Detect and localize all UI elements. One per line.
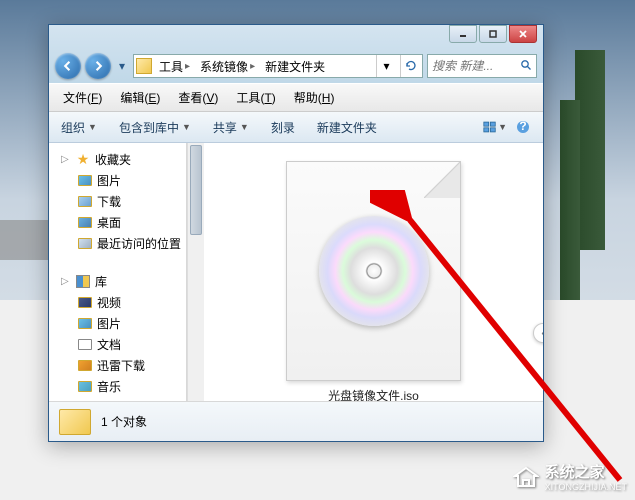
titlebar: [55, 31, 537, 53]
folder-icon: [59, 409, 91, 435]
nav-history-dropdown[interactable]: ▾: [115, 57, 129, 75]
watermark: 系统之家 XITONGZHIJIA.NET: [513, 461, 627, 492]
sidebar-scrollbar[interactable]: [187, 143, 204, 401]
sidebar-item-desktop[interactable]: 桌面: [49, 212, 186, 233]
disc-icon: [319, 216, 429, 326]
file-name-label: 光盘镜像文件.iso: [328, 387, 419, 401]
sidebar-libraries[interactable]: ▷库: [49, 271, 186, 292]
watermark-logo-icon: [513, 466, 539, 488]
share-button[interactable]: 共享 ▼: [209, 117, 253, 138]
file-item-iso[interactable]: 光盘镜像文件.iso: [274, 153, 474, 401]
maximize-button[interactable]: [479, 25, 507, 43]
status-text: 1 个对象: [101, 413, 147, 430]
star-icon: ★: [75, 152, 91, 168]
menu-file[interactable]: 文件(F): [55, 86, 110, 109]
svg-text:?: ?: [519, 120, 526, 133]
forward-button[interactable]: [85, 53, 111, 79]
close-button[interactable]: [509, 25, 537, 43]
breadcrumb-item[interactable]: 工具▸: [156, 56, 193, 77]
breadcrumb-item[interactable]: 新建文件夹: [262, 56, 328, 77]
folder-icon: [136, 58, 152, 74]
menu-tools[interactable]: 工具(T): [228, 86, 283, 109]
file-list: 光盘镜像文件.iso ‹: [204, 143, 543, 401]
navigation-pane: ▷★收藏夹 图片 下载 桌面 最近访问的位置 ▷库 视频 图片 文档 迅雷下载 …: [49, 143, 187, 401]
search-input[interactable]: [432, 59, 516, 73]
sidebar-item-downloads[interactable]: 下载: [49, 191, 186, 212]
watermark-url: XITONGZHIJIA.NET: [545, 482, 627, 492]
preview-pane-toggle[interactable]: ‹: [533, 323, 543, 343]
iso-file-icon: [286, 161, 461, 381]
status-bar: 1 个对象: [49, 401, 543, 441]
sidebar-item-music[interactable]: 音乐: [49, 376, 186, 397]
toolbar: 组织 ▼ 包含到库中 ▼ 共享 ▼ 刻录 新建文件夹 ▼ ?: [49, 112, 543, 143]
breadcrumb-item[interactable]: 系统镜像▸: [197, 56, 258, 77]
search-icon: [520, 59, 532, 74]
menu-view[interactable]: 查看(V): [170, 86, 226, 109]
view-options-button[interactable]: ▼: [483, 116, 507, 138]
sidebar-item-recent[interactable]: 最近访问的位置: [49, 233, 186, 254]
sidebar-item-pictures-lib[interactable]: 图片: [49, 313, 186, 334]
include-in-library-button[interactable]: 包含到库中 ▼: [115, 117, 195, 138]
menu-help[interactable]: 帮助(H): [286, 86, 343, 109]
sidebar-item-documents[interactable]: 文档: [49, 334, 186, 355]
library-icon: [75, 274, 91, 290]
address-dropdown[interactable]: ▾: [376, 55, 396, 77]
address-bar[interactable]: 工具▸ 系统镜像▸ 新建文件夹 ▾: [133, 54, 423, 78]
sidebar-item-thunder[interactable]: 迅雷下载: [49, 355, 186, 376]
minimize-button[interactable]: [449, 25, 477, 43]
sidebar-item-pictures[interactable]: 图片: [49, 170, 186, 191]
refresh-button[interactable]: [400, 55, 420, 77]
burn-button[interactable]: 刻录: [267, 117, 299, 138]
sidebar-favorites[interactable]: ▷★收藏夹: [49, 149, 186, 170]
sidebar-item-videos[interactable]: 视频: [49, 292, 186, 313]
organize-button[interactable]: 组织 ▼: [57, 117, 101, 138]
menubar: 文件(F) 编辑(E) 查看(V) 工具(T) 帮助(H): [49, 83, 543, 112]
watermark-brand: 系统之家: [545, 461, 627, 482]
menu-edit[interactable]: 编辑(E): [112, 86, 168, 109]
search-box[interactable]: [427, 54, 537, 78]
help-icon[interactable]: ?: [511, 116, 535, 138]
back-button[interactable]: [55, 53, 81, 79]
new-folder-button[interactable]: 新建文件夹: [313, 117, 381, 138]
explorer-window: ▾ 工具▸ 系统镜像▸ 新建文件夹 ▾ 文件(F) 编辑(E) 查看(V) 工具…: [48, 24, 544, 442]
